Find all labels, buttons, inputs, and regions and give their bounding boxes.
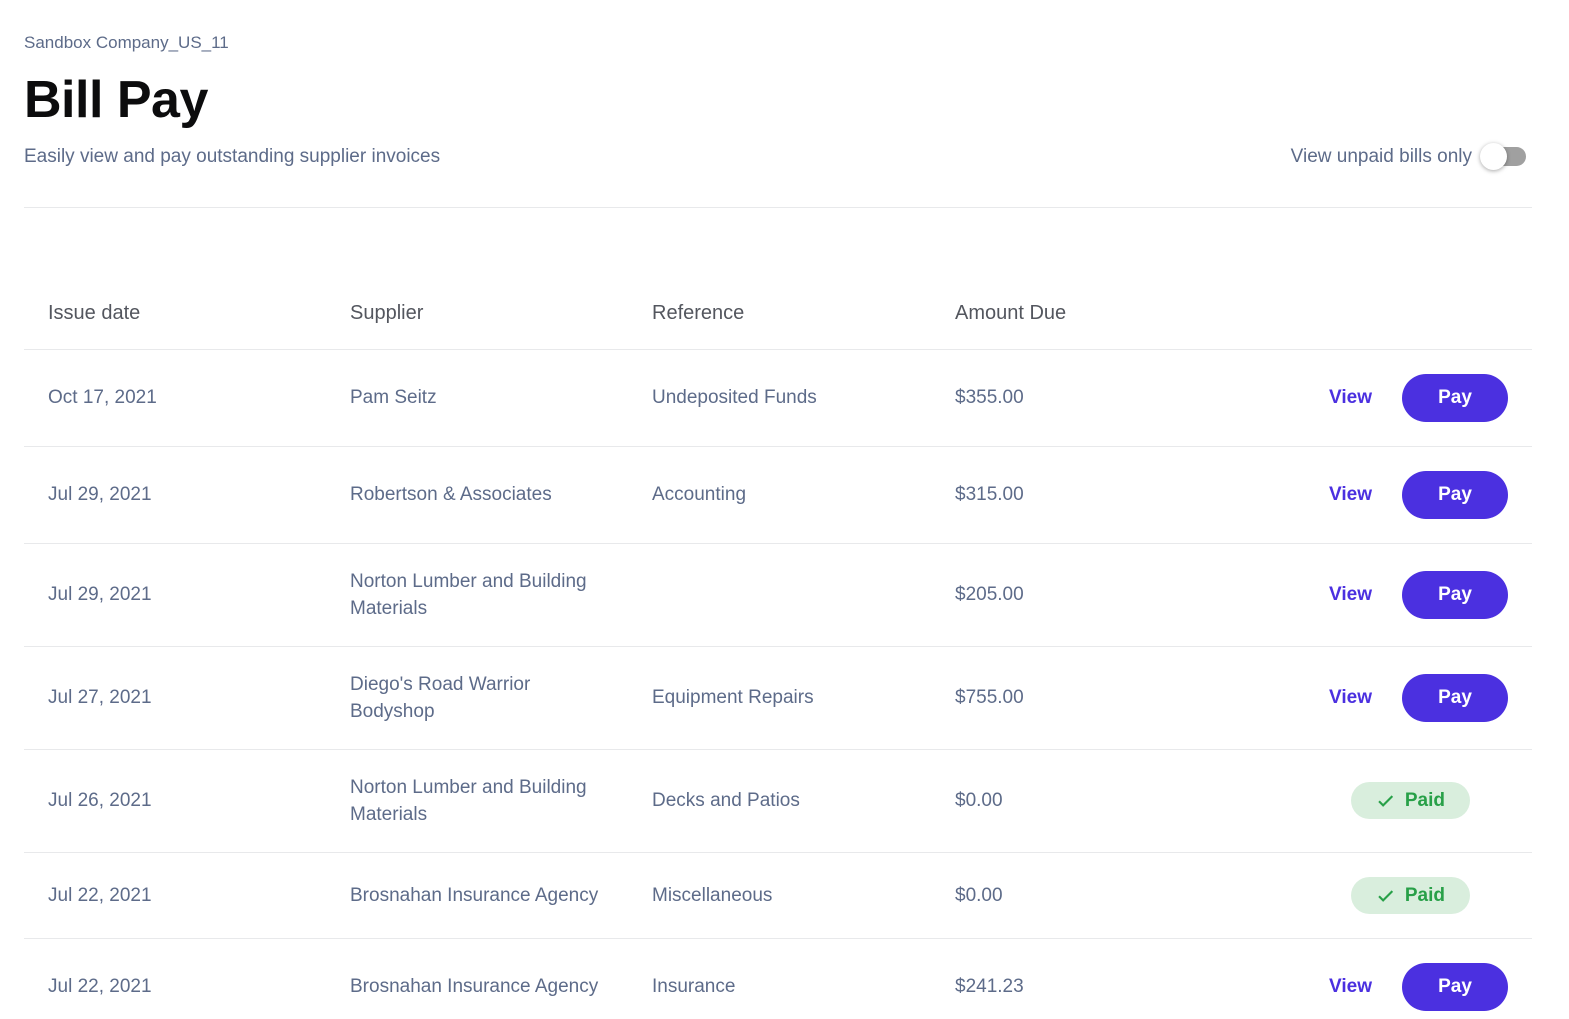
issue-date-cell: Jul 27, 2021 bbox=[48, 687, 152, 709]
view-link[interactable]: View bbox=[1329, 973, 1372, 1000]
view-link[interactable]: View bbox=[1329, 384, 1372, 411]
column-header-supplier: Supplier bbox=[350, 301, 424, 324]
view-link[interactable]: View bbox=[1329, 481, 1372, 508]
pay-button[interactable]: Pay bbox=[1402, 962, 1508, 1011]
supplier-cell: Diego's Road Warrior Bodyshop bbox=[350, 673, 531, 722]
pay-button[interactable]: Pay bbox=[1402, 570, 1508, 619]
check-icon bbox=[1378, 795, 1393, 807]
issue-date-cell: Jul 22, 2021 bbox=[48, 884, 152, 906]
amount-due-cell: $0.00 bbox=[955, 884, 1003, 906]
check-icon bbox=[1378, 889, 1393, 902]
reference-cell: Undeposited Funds bbox=[652, 387, 817, 409]
table-row: Jul 26, 2021 Norton Lumber and Building … bbox=[24, 750, 1532, 853]
page-title: Bill Pay bbox=[24, 71, 208, 129]
reference-cell: Decks and Patios bbox=[652, 790, 800, 812]
reference-cell: Accounting bbox=[652, 484, 747, 506]
pay-button[interactable]: Pay bbox=[1402, 673, 1508, 722]
actions-cell: View Pay Paid bbox=[1201, 782, 1532, 820]
supplier-cell: Brosnahan Insurance Agency bbox=[350, 884, 599, 906]
table-row: Jul 29, 2021 Norton Lumber and Building … bbox=[24, 544, 1532, 647]
actions-cell: View Pay Paid bbox=[1201, 876, 1532, 914]
paid-label: Paid bbox=[1404, 884, 1445, 906]
reference-cell: Equipment Repairs bbox=[652, 687, 814, 709]
column-header-amount-due: Amount Due bbox=[955, 301, 1067, 324]
amount-due-cell: $0.00 bbox=[955, 790, 1003, 812]
header-divider bbox=[24, 206, 1532, 208]
issue-date-cell: Jul 22, 2021 bbox=[48, 976, 152, 998]
amount-due-cell: $755.00 bbox=[955, 687, 1024, 709]
pay-button[interactable]: Pay bbox=[1402, 373, 1508, 422]
reference-cell: Insurance bbox=[652, 976, 736, 998]
subtitle-row: Easily view and pay outstanding supplier… bbox=[24, 143, 1532, 171]
unpaid-filter-toggle[interactable] bbox=[1480, 143, 1526, 171]
toggle-knob-icon bbox=[1480, 143, 1507, 171]
column-header-issue-date: Issue date bbox=[48, 301, 141, 324]
issue-date-cell: Jul 26, 2021 bbox=[48, 790, 152, 812]
issue-date-cell: Oct 17, 2021 bbox=[48, 387, 157, 409]
table-row: Jul 29, 2021 Robertson & Associates Acco… bbox=[24, 447, 1532, 544]
view-link[interactable]: View bbox=[1329, 581, 1372, 608]
table-body: Oct 17, 2021 Pam Seitz Undeposited Funds… bbox=[24, 350, 1532, 1019]
table-row: Jul 22, 2021 Brosnahan Insurance Agency … bbox=[24, 939, 1532, 1019]
view-link[interactable]: View bbox=[1329, 684, 1372, 711]
unpaid-filter-label: View unpaid bills only bbox=[1290, 145, 1472, 167]
supplier-cell: Pam Seitz bbox=[350, 387, 437, 409]
actions-cell: View Pay Paid bbox=[1201, 673, 1532, 722]
paid-badge: Paid bbox=[1350, 876, 1470, 914]
paid-badge: Paid bbox=[1350, 782, 1470, 820]
page-subtitle: Easily view and pay outstanding supplier… bbox=[24, 145, 441, 167]
table-row: Jul 22, 2021 Brosnahan Insurance Agency … bbox=[24, 853, 1532, 939]
bills-table: Issue date Supplier Reference Amount Due… bbox=[24, 216, 1532, 1019]
amount-due-cell: $315.00 bbox=[955, 484, 1024, 506]
column-header-reference: Reference bbox=[652, 301, 745, 324]
reference-cell: Miscellaneous bbox=[652, 884, 773, 906]
actions-cell: View Pay Paid bbox=[1201, 373, 1532, 422]
paid-label: Paid bbox=[1404, 790, 1445, 812]
company-name: Sandbox Company_US_11 bbox=[24, 33, 229, 52]
supplier-cell: Robertson & Associates bbox=[350, 484, 552, 506]
amount-due-cell: $355.00 bbox=[955, 387, 1024, 409]
actions-cell: View Pay Paid bbox=[1201, 962, 1532, 1011]
actions-cell: View Pay Paid bbox=[1201, 470, 1532, 519]
table-row: Jul 27, 2021 Diego's Road Warrior Bodysh… bbox=[24, 647, 1532, 750]
issue-date-cell: Jul 29, 2021 bbox=[48, 484, 152, 506]
actions-cell: View Pay Paid bbox=[1201, 570, 1532, 619]
issue-date-cell: Jul 29, 2021 bbox=[48, 584, 152, 606]
unpaid-filter: View unpaid bills only bbox=[1290, 143, 1526, 171]
table-row: Oct 17, 2021 Pam Seitz Undeposited Funds… bbox=[24, 350, 1532, 447]
pay-button[interactable]: Pay bbox=[1402, 470, 1508, 519]
table-header-row: Issue date Supplier Reference Amount Due bbox=[24, 216, 1532, 350]
supplier-cell: Norton Lumber and Building Materials bbox=[350, 776, 587, 825]
amount-due-cell: $241.23 bbox=[955, 976, 1024, 998]
amount-due-cell: $205.00 bbox=[955, 584, 1024, 606]
supplier-cell: Norton Lumber and Building Materials bbox=[350, 570, 587, 619]
bill-pay-page: Sandbox Company_US_11 Bill Pay Easily vi… bbox=[0, 33, 1569, 1019]
supplier-cell: Brosnahan Insurance Agency bbox=[350, 976, 599, 998]
